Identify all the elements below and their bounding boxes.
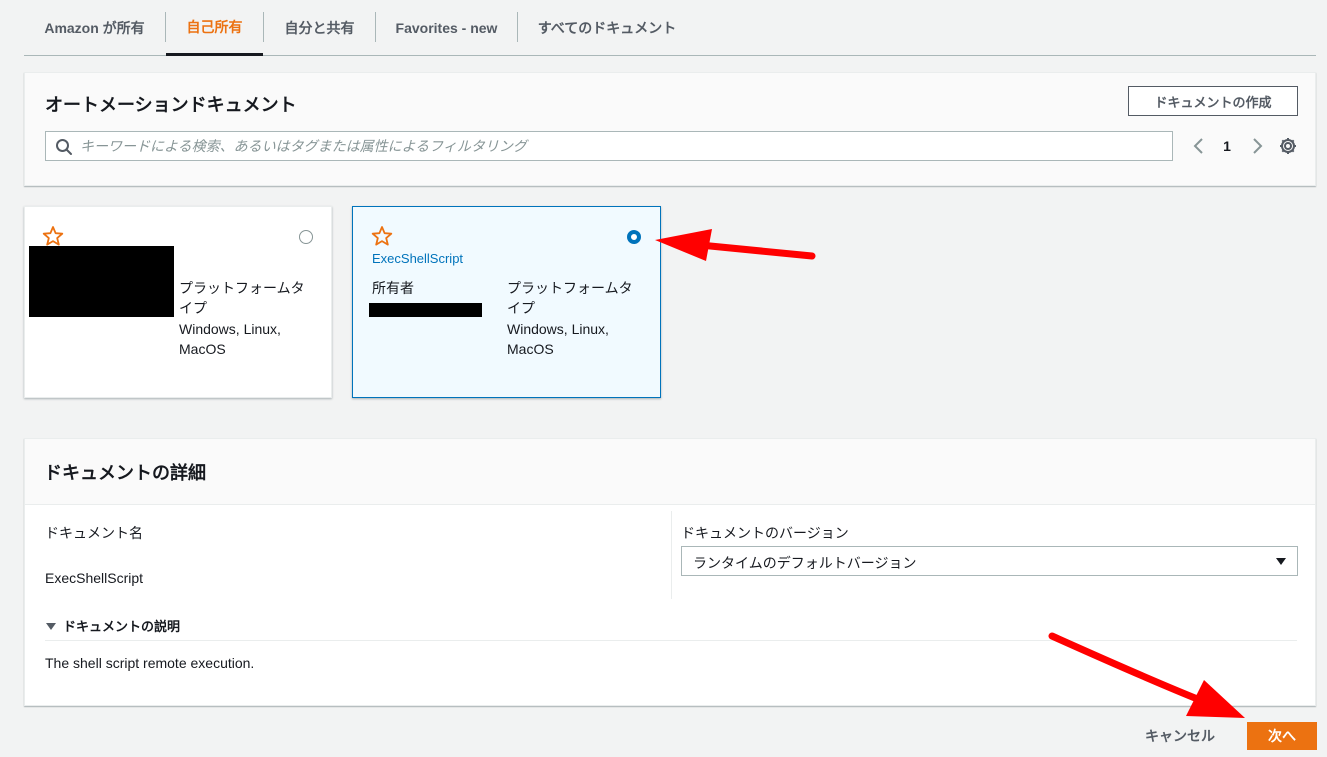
redacted-block (369, 303, 482, 317)
page-number[interactable]: 1 (1217, 133, 1237, 159)
annotation-arrow-radio (655, 229, 816, 261)
platform-type-label: プラットフォームタイプ (507, 280, 633, 316)
next-button[interactable]: 次へ (1247, 722, 1317, 750)
caret-down-icon (1276, 558, 1286, 565)
details-header: ドキュメントの詳細 (25, 439, 1315, 505)
tab-favorites-new[interactable]: Favorites - new (376, 0, 517, 55)
automation-documents-panel: オートメーションドキュメント ドキュメントの作成 1 (24, 72, 1316, 186)
description-expander[interactable]: ドキュメントの説明 (45, 616, 180, 635)
document-card-exec-shell-script[interactable]: ExecShellScript 所有者 プラットフォームタイプ Windows,… (352, 206, 661, 398)
document-description: The shell script remote execution. (45, 655, 255, 671)
tab-shared-with-me[interactable]: 自分と共有 (264, 0, 375, 55)
document-name-label: ドキュメント名 (45, 525, 143, 541)
previous-page-icon[interactable] (1186, 133, 1212, 159)
tab-bar: Amazon が所有 自己所有 自分と共有 Favorites - new すべ… (24, 0, 1316, 56)
next-page-icon[interactable] (1244, 133, 1270, 159)
search-icon (56, 139, 72, 155)
card-radio-button[interactable] (299, 230, 313, 244)
document-version-value: ランタイムのデフォルトバージョン (693, 555, 917, 571)
document-name-link[interactable]: ExecShellScript (372, 249, 463, 269)
document-card[interactable]: プラットフォームタイプ Windows, Linux, MacOS (24, 206, 332, 398)
redacted-block (29, 246, 174, 317)
document-name-value: ExecShellScript (45, 570, 144, 586)
tab-owned-by-me[interactable]: 自己所有 (166, 0, 263, 56)
cancel-button[interactable]: キャンセル (1130, 722, 1230, 750)
star-icon[interactable] (42, 225, 64, 247)
platform-type-value: Windows, Linux, MacOS (507, 321, 609, 357)
owner-label: 所有者 (372, 280, 414, 296)
caret-down-icon (46, 622, 56, 630)
document-version-select[interactable]: ランタイムのデフォルトバージョン (681, 546, 1298, 576)
column-divider (671, 511, 672, 599)
details-title: ドキュメントの詳細 (44, 463, 206, 483)
panel-title: オートメーションドキュメント (45, 95, 297, 115)
gear-icon[interactable] (1275, 133, 1301, 159)
divider (45, 640, 1297, 641)
document-version-label: ドキュメントのバージョン (681, 525, 849, 541)
platform-type-value: Windows, Linux, MacOS (179, 321, 281, 357)
platform-type-label: プラットフォームタイプ (179, 280, 305, 316)
search-input[interactable] (80, 132, 1160, 160)
star-icon[interactable] (371, 225, 393, 247)
document-details-panel: ドキュメントの詳細 ドキュメント名 ExecShellScript ドキュメント… (24, 438, 1316, 706)
card-radio-button[interactable] (627, 230, 641, 244)
description-toggle-label: ドキュメントの説明 (63, 619, 181, 634)
tab-owned-by-amazon[interactable]: Amazon が所有 (24, 0, 165, 55)
tab-all-documents[interactable]: すべてのドキュメント (518, 0, 696, 55)
create-document-button[interactable]: ドキュメントの作成 (1128, 86, 1298, 116)
search-box (45, 131, 1173, 161)
